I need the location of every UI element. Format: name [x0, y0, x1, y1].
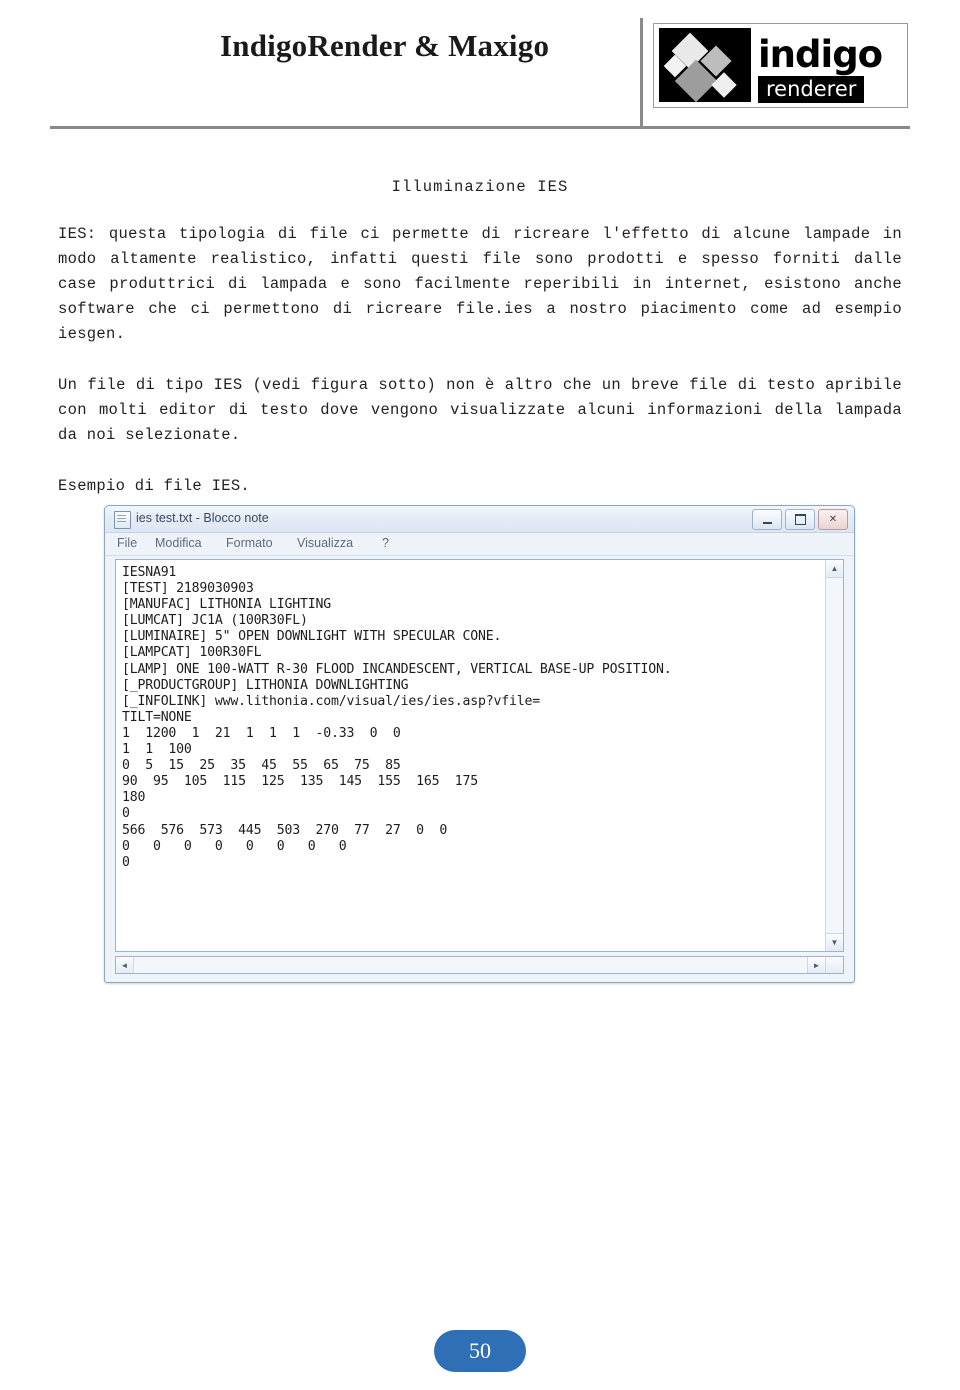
menu-item-help[interactable]: ? [382, 536, 389, 550]
menu-item-formato[interactable]: Formato [226, 536, 273, 550]
paragraph-2: Un file di tipo IES (vedi figura sotto) … [58, 376, 902, 444]
paragraph-1: IES: questa tipologia di file ci permett… [58, 225, 902, 343]
maximize-button[interactable] [785, 509, 815, 530]
logo-wordmark: indigo renderer [758, 33, 883, 103]
ies-file-content: IESNA91 [TEST] 2189030903 [MANUFAC] LITH… [122, 565, 672, 870]
indigo-renderer-logo: indigo renderer [653, 23, 908, 108]
logo-wordmark-primary: indigo [758, 33, 883, 76]
scroll-up-arrow-icon[interactable]: ▲ [826, 560, 843, 578]
maximize-icon [786, 510, 814, 529]
resize-grip[interactable] [825, 957, 843, 973]
menu-item-file[interactable]: File [117, 536, 137, 550]
menu-item-visualizza[interactable]: Visualizza [297, 536, 353, 550]
notepad-menubar[interactable]: File Modifica Formato Visualizza ? [105, 533, 854, 556]
header-divider [50, 126, 910, 129]
notepad-window[interactable]: ies test.txt - Blocco note ✕ File Modifi… [104, 505, 855, 983]
menu-item-modifica[interactable]: Modifica [155, 536, 202, 550]
scroll-down-arrow-icon[interactable]: ▼ [826, 933, 843, 951]
notepad-titlebar[interactable]: ies test.txt - Blocco note ✕ [105, 506, 854, 533]
vertical-scrollbar[interactable]: ▲ ▼ [825, 560, 843, 951]
logo-wordmark-secondary: renderer [758, 76, 865, 103]
document-content: Illuminazione IES IES: questa tipologia … [0, 130, 960, 499]
paragraph-3: Esempio di file IES. [58, 477, 251, 495]
notepad-window-title: ies test.txt - Blocco note [136, 511, 269, 525]
page-number-badge: 50 [434, 1330, 526, 1372]
notepad-document-icon [114, 511, 131, 529]
minimize-button[interactable] [752, 509, 782, 530]
scroll-right-arrow-icon[interactable]: ► [807, 957, 825, 973]
close-icon: ✕ [828, 513, 838, 525]
notepad-text-area[interactable]: IESNA91 [TEST] 2189030903 [MANUFAC] LITH… [115, 559, 844, 952]
scroll-left-arrow-icon[interactable]: ◄ [116, 957, 134, 973]
section-title: Illuminazione IES [391, 178, 569, 196]
header-vertical-divider [640, 18, 643, 126]
minimize-icon [753, 510, 781, 529]
page-title: IndigoRender & Maxigo [220, 28, 550, 63]
notepad-window-controls: ✕ [752, 509, 848, 530]
horizontal-scrollbar[interactable]: ◄ ► [115, 956, 844, 974]
page-header: IndigoRender & Maxigo indigo renderer [0, 0, 960, 130]
logo-graphic [659, 28, 751, 102]
close-button[interactable]: ✕ [818, 509, 848, 530]
